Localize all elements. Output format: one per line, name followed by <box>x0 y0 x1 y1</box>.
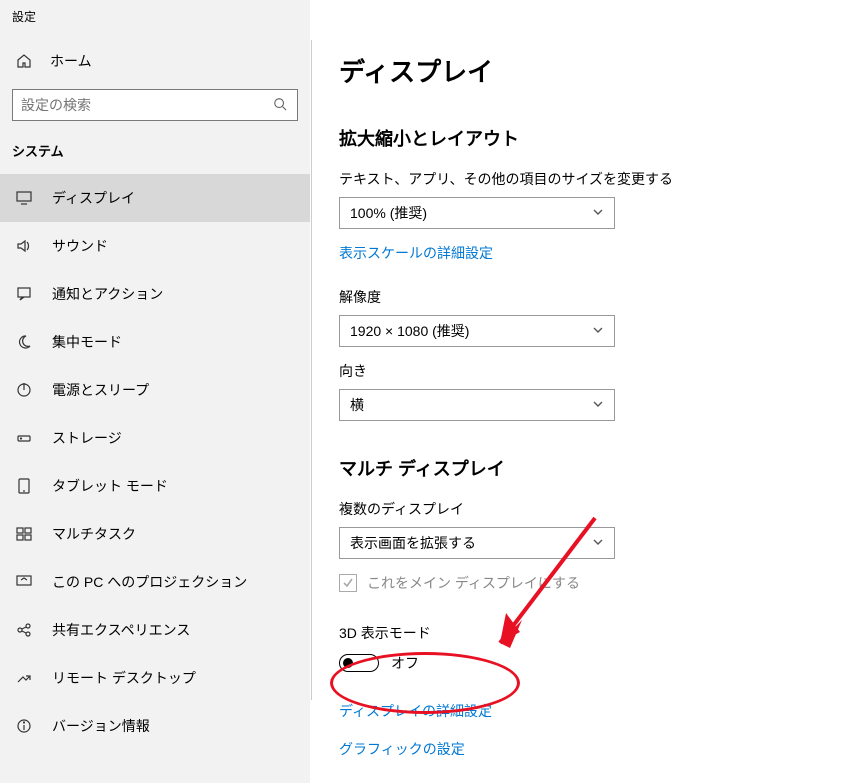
mode3d-state: オフ <box>391 653 419 673</box>
section-multi-heading: マルチ ディスプレイ <box>339 455 866 481</box>
scale-advanced-link[interactable]: 表示スケールの詳細設定 <box>339 243 493 263</box>
page-title: ディスプレイ <box>339 52 866 89</box>
main-display-checkbox-label: これをメイン ディスプレイにする <box>367 573 580 593</box>
orientation-select[interactable]: 横 <box>339 389 615 421</box>
sidebar-item-label: 集中モード <box>52 332 122 352</box>
storage-icon <box>16 430 36 446</box>
sidebar-item-label: 電源とスリープ <box>52 380 149 400</box>
share-icon <box>16 622 36 638</box>
window-title: 設定 <box>0 8 310 41</box>
multitask-icon <box>16 526 36 542</box>
home-nav-item[interactable]: ホーム <box>0 41 310 81</box>
search-input[interactable] <box>21 97 273 113</box>
mode3d-toggle[interactable] <box>339 654 379 672</box>
search-input-container[interactable] <box>12 89 298 121</box>
main-panel: ディスプレイ 拡大縮小とレイアウト テキスト、アプリ、その他の項目のサイズを変更… <box>310 0 866 783</box>
category-heading: システム <box>0 141 310 174</box>
chevron-down-icon <box>592 397 604 413</box>
orientation-value: 横 <box>350 395 364 415</box>
main-display-checkbox[interactable] <box>339 574 357 592</box>
sidebar-item-power[interactable]: 電源とスリープ <box>0 366 310 414</box>
sidebar-item-label: サウンド <box>52 236 108 256</box>
sidebar-item-multitask[interactable]: マルチタスク <box>0 510 310 558</box>
tablet-icon <box>16 478 36 494</box>
sidebar: 設定 ホーム システム ディスプレイ サウンド 通知とアクション 集中モード 電… <box>0 0 310 783</box>
chevron-down-icon <box>592 323 604 339</box>
scale-value: 100% (推奨) <box>350 203 427 223</box>
notification-icon <box>16 286 36 302</box>
sidebar-item-tablet[interactable]: タブレット モード <box>0 462 310 510</box>
moon-icon <box>16 334 36 350</box>
sidebar-item-notifications[interactable]: 通知とアクション <box>0 270 310 318</box>
sidebar-item-display[interactable]: ディスプレイ <box>0 174 310 222</box>
home-label: ホーム <box>50 51 92 71</box>
mode3d-label: 3D 表示モード <box>339 623 866 643</box>
sound-icon <box>16 238 36 254</box>
project-icon <box>16 574 36 590</box>
monitor-icon <box>16 190 36 206</box>
orientation-label: 向き <box>339 361 866 381</box>
chevron-down-icon <box>592 535 604 551</box>
main-display-checkbox-row: これをメイン ディスプレイにする <box>339 573 866 593</box>
sidebar-item-label: タブレット モード <box>52 476 168 496</box>
section-scale-heading: 拡大縮小とレイアウト <box>339 125 866 151</box>
multi-display-label: 複数のディスプレイ <box>339 499 866 519</box>
sidebar-item-about[interactable]: バージョン情報 <box>0 702 310 750</box>
sidebar-item-label: この PC へのプロジェクション <box>52 572 247 592</box>
sidebar-item-label: 共有エクスペリエンス <box>52 620 190 640</box>
sidebar-item-remote[interactable]: リモート デスクトップ <box>0 654 310 702</box>
mode3d-toggle-row: オフ <box>339 653 866 673</box>
home-icon <box>16 53 36 69</box>
sidebar-item-label: 通知とアクション <box>52 284 163 304</box>
resolution-select[interactable]: 1920 × 1080 (推奨) <box>339 315 615 347</box>
power-icon <box>16 382 36 398</box>
scale-select[interactable]: 100% (推奨) <box>339 197 615 229</box>
multi-display-value: 表示画面を拡張する <box>350 533 476 553</box>
sidebar-item-sound[interactable]: サウンド <box>0 222 310 270</box>
chevron-down-icon <box>592 205 604 221</box>
sidebar-item-storage[interactable]: ストレージ <box>0 414 310 462</box>
search-icon <box>273 97 289 114</box>
sidebar-item-project[interactable]: この PC へのプロジェクション <box>0 558 310 606</box>
multi-display-select[interactable]: 表示画面を拡張する <box>339 527 615 559</box>
sidebar-item-shared[interactable]: 共有エクスペリエンス <box>0 606 310 654</box>
info-icon <box>16 718 36 734</box>
sidebar-item-label: ストレージ <box>52 428 122 448</box>
graphics-settings-link[interactable]: グラフィックの設定 <box>339 739 465 759</box>
sidebar-item-focus[interactable]: 集中モード <box>0 318 310 366</box>
sidebar-item-label: ディスプレイ <box>52 188 135 208</box>
resolution-label: 解像度 <box>339 287 866 307</box>
resolution-value: 1920 × 1080 (推奨) <box>350 321 469 341</box>
sidebar-item-label: マルチタスク <box>52 524 136 544</box>
remote-icon <box>16 670 36 686</box>
advanced-display-link[interactable]: ディスプレイの詳細設定 <box>339 701 492 721</box>
scale-label: テキスト、アプリ、その他の項目のサイズを変更する <box>339 169 866 189</box>
sidebar-item-label: リモート デスクトップ <box>52 668 196 688</box>
sidebar-item-label: バージョン情報 <box>52 716 150 736</box>
